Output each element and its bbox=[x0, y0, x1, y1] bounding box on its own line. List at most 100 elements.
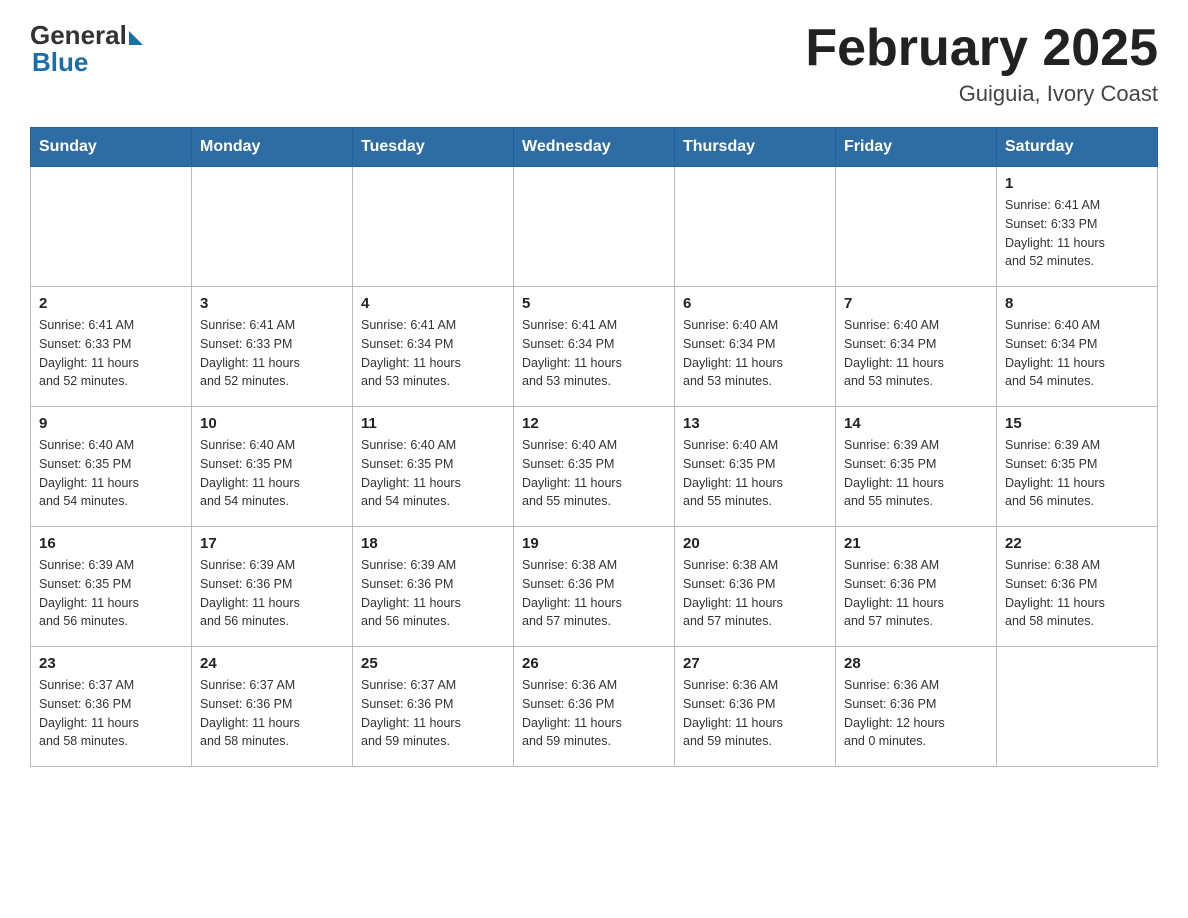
calendar-cell: 2 Sunrise: 6:41 AM Sunset: 6:33 PM Daylig… bbox=[31, 287, 192, 407]
calendar-week-row: 23 Sunrise: 6:37 AM Sunset: 6:36 PM Dayli… bbox=[31, 647, 1158, 767]
day-number: 28 bbox=[844, 655, 988, 672]
day-number: 8 bbox=[1005, 295, 1149, 312]
calendar-week-row: 2 Sunrise: 6:41 AM Sunset: 6:33 PM Daylig… bbox=[31, 287, 1158, 407]
day-info: Sunrise: 6:40 AM Sunset: 6:34 PM Dayligh… bbox=[683, 316, 827, 391]
day-number: 11 bbox=[361, 415, 505, 432]
logo-arrow-icon bbox=[129, 31, 143, 45]
day-number: 21 bbox=[844, 535, 988, 552]
day-of-week-header: Sunday bbox=[31, 128, 192, 167]
day-info: Sunrise: 6:37 AM Sunset: 6:36 PM Dayligh… bbox=[361, 676, 505, 751]
calendar-cell bbox=[836, 167, 997, 287]
calendar-cell: 15Sunrise: 6:39 AM Sunset: 6:35 PM Dayli… bbox=[997, 407, 1158, 527]
calendar-cell bbox=[353, 167, 514, 287]
calendar-cell: 14Sunrise: 6:39 AM Sunset: 6:35 PM Dayli… bbox=[836, 407, 997, 527]
day-number: 17 bbox=[200, 535, 344, 552]
day-info: Sunrise: 6:37 AM Sunset: 6:36 PM Dayligh… bbox=[200, 676, 344, 751]
day-info: Sunrise: 6:36 AM Sunset: 6:36 PM Dayligh… bbox=[522, 676, 666, 751]
day-of-week-header: Tuesday bbox=[353, 128, 514, 167]
day-number: 13 bbox=[683, 415, 827, 432]
day-info: Sunrise: 6:41 AM Sunset: 6:33 PM Dayligh… bbox=[200, 316, 344, 391]
day-info: Sunrise: 6:38 AM Sunset: 6:36 PM Dayligh… bbox=[844, 556, 988, 631]
calendar-cell: 5 Sunrise: 6:41 AM Sunset: 6:34 PM Daylig… bbox=[514, 287, 675, 407]
calendar-cell: 20 Sunrise: 6:38 AM Sunset: 6:36 PM Dayli… bbox=[675, 527, 836, 647]
day-number: 22 bbox=[1005, 535, 1149, 552]
calendar-cell: 22 Sunrise: 6:38 AM Sunset: 6:36 PM Dayli… bbox=[997, 527, 1158, 647]
calendar-cell: 27 Sunrise: 6:36 AM Sunset: 6:36 PM Dayli… bbox=[675, 647, 836, 767]
day-info: Sunrise: 6:39 AM Sunset: 6:35 PM Dayligh… bbox=[1005, 436, 1149, 511]
calendar-cell: 7Sunrise: 6:40 AM Sunset: 6:34 PM Daylig… bbox=[836, 287, 997, 407]
day-number: 24 bbox=[200, 655, 344, 672]
day-info: Sunrise: 6:40 AM Sunset: 6:35 PM Dayligh… bbox=[522, 436, 666, 511]
calendar-cell: 25 Sunrise: 6:37 AM Sunset: 6:36 PM Dayli… bbox=[353, 647, 514, 767]
calendar-week-row: 16 Sunrise: 6:39 AM Sunset: 6:35 PM Dayli… bbox=[31, 527, 1158, 647]
day-info: Sunrise: 6:40 AM Sunset: 6:34 PM Dayligh… bbox=[1005, 316, 1149, 391]
day-info: Sunrise: 6:38 AM Sunset: 6:36 PM Dayligh… bbox=[1005, 556, 1149, 631]
calendar-cell: 23 Sunrise: 6:37 AM Sunset: 6:36 PM Dayli… bbox=[31, 647, 192, 767]
logo: General Blue bbox=[30, 20, 143, 78]
day-number: 27 bbox=[683, 655, 827, 672]
day-number: 16 bbox=[39, 535, 183, 552]
day-of-week-header: Saturday bbox=[997, 128, 1158, 167]
calendar-table: SundayMondayTuesdayWednesdayThursdayFrid… bbox=[30, 127, 1158, 767]
month-title: February 2025 bbox=[805, 20, 1158, 77]
calendar-cell: 4Sunrise: 6:41 AM Sunset: 6:34 PM Daylig… bbox=[353, 287, 514, 407]
calendar-cell: 10 Sunrise: 6:40 AM Sunset: 6:35 PM Dayli… bbox=[192, 407, 353, 527]
day-of-week-header: Thursday bbox=[675, 128, 836, 167]
day-of-week-header: Wednesday bbox=[514, 128, 675, 167]
calendar-cell: 28 Sunrise: 6:36 AM Sunset: 6:36 PM Dayli… bbox=[836, 647, 997, 767]
calendar-cell bbox=[997, 647, 1158, 767]
calendar-cell: 6Sunrise: 6:40 AM Sunset: 6:34 PM Daylig… bbox=[675, 287, 836, 407]
calendar-cell: 26Sunrise: 6:36 AM Sunset: 6:36 PM Dayli… bbox=[514, 647, 675, 767]
day-number: 1 bbox=[1005, 175, 1149, 192]
calendar-cell: 12 Sunrise: 6:40 AM Sunset: 6:35 PM Dayli… bbox=[514, 407, 675, 527]
day-of-week-header: Monday bbox=[192, 128, 353, 167]
day-number: 4 bbox=[361, 295, 505, 312]
day-info: Sunrise: 6:37 AM Sunset: 6:36 PM Dayligh… bbox=[39, 676, 183, 751]
calendar-cell: 8 Sunrise: 6:40 AM Sunset: 6:34 PM Daylig… bbox=[997, 287, 1158, 407]
day-of-week-header: Friday bbox=[836, 128, 997, 167]
calendar-cell: 9Sunrise: 6:40 AM Sunset: 6:35 PM Daylig… bbox=[31, 407, 192, 527]
day-number: 3 bbox=[200, 295, 344, 312]
day-number: 10 bbox=[200, 415, 344, 432]
calendar-cell: 3 Sunrise: 6:41 AM Sunset: 6:33 PM Daylig… bbox=[192, 287, 353, 407]
day-info: Sunrise: 6:39 AM Sunset: 6:36 PM Dayligh… bbox=[361, 556, 505, 631]
location-label: Guiguia, Ivory Coast bbox=[805, 81, 1158, 107]
day-info: Sunrise: 6:40 AM Sunset: 6:35 PM Dayligh… bbox=[683, 436, 827, 511]
logo-blue-text: Blue bbox=[32, 47, 88, 78]
day-info: Sunrise: 6:41 AM Sunset: 6:33 PM Dayligh… bbox=[39, 316, 183, 391]
day-info: Sunrise: 6:38 AM Sunset: 6:36 PM Dayligh… bbox=[683, 556, 827, 631]
day-number: 23 bbox=[39, 655, 183, 672]
calendar-cell bbox=[514, 167, 675, 287]
day-info: Sunrise: 6:36 AM Sunset: 6:36 PM Dayligh… bbox=[844, 676, 988, 751]
day-number: 2 bbox=[39, 295, 183, 312]
calendar-cell: 21 Sunrise: 6:38 AM Sunset: 6:36 PM Dayli… bbox=[836, 527, 997, 647]
calendar-cell bbox=[192, 167, 353, 287]
calendar-week-row: 9Sunrise: 6:40 AM Sunset: 6:35 PM Daylig… bbox=[31, 407, 1158, 527]
day-number: 5 bbox=[522, 295, 666, 312]
day-number: 25 bbox=[361, 655, 505, 672]
day-info: Sunrise: 6:41 AM Sunset: 6:33 PM Dayligh… bbox=[1005, 196, 1149, 271]
page-header: General Blue February 2025 Guiguia, Ivor… bbox=[30, 20, 1158, 107]
day-number: 7 bbox=[844, 295, 988, 312]
day-info: Sunrise: 6:40 AM Sunset: 6:35 PM Dayligh… bbox=[39, 436, 183, 511]
day-info: Sunrise: 6:39 AM Sunset: 6:35 PM Dayligh… bbox=[844, 436, 988, 511]
day-number: 12 bbox=[522, 415, 666, 432]
calendar-cell: 18 Sunrise: 6:39 AM Sunset: 6:36 PM Dayli… bbox=[353, 527, 514, 647]
calendar-header-row: SundayMondayTuesdayWednesdayThursdayFrid… bbox=[31, 128, 1158, 167]
day-number: 18 bbox=[361, 535, 505, 552]
day-number: 20 bbox=[683, 535, 827, 552]
title-section: February 2025 Guiguia, Ivory Coast bbox=[805, 20, 1158, 107]
calendar-cell bbox=[675, 167, 836, 287]
calendar-cell bbox=[31, 167, 192, 287]
day-info: Sunrise: 6:39 AM Sunset: 6:35 PM Dayligh… bbox=[39, 556, 183, 631]
calendar-cell: 19Sunrise: 6:38 AM Sunset: 6:36 PM Dayli… bbox=[514, 527, 675, 647]
calendar-cell: 24 Sunrise: 6:37 AM Sunset: 6:36 PM Dayli… bbox=[192, 647, 353, 767]
day-info: Sunrise: 6:40 AM Sunset: 6:35 PM Dayligh… bbox=[361, 436, 505, 511]
day-info: Sunrise: 6:38 AM Sunset: 6:36 PM Dayligh… bbox=[522, 556, 666, 631]
calendar-cell: 13 Sunrise: 6:40 AM Sunset: 6:35 PM Dayli… bbox=[675, 407, 836, 527]
day-info: Sunrise: 6:36 AM Sunset: 6:36 PM Dayligh… bbox=[683, 676, 827, 751]
calendar-cell: 11 Sunrise: 6:40 AM Sunset: 6:35 PM Dayli… bbox=[353, 407, 514, 527]
day-info: Sunrise: 6:41 AM Sunset: 6:34 PM Dayligh… bbox=[522, 316, 666, 391]
calendar-cell: 17Sunrise: 6:39 AM Sunset: 6:36 PM Dayli… bbox=[192, 527, 353, 647]
day-info: Sunrise: 6:40 AM Sunset: 6:35 PM Dayligh… bbox=[200, 436, 344, 511]
